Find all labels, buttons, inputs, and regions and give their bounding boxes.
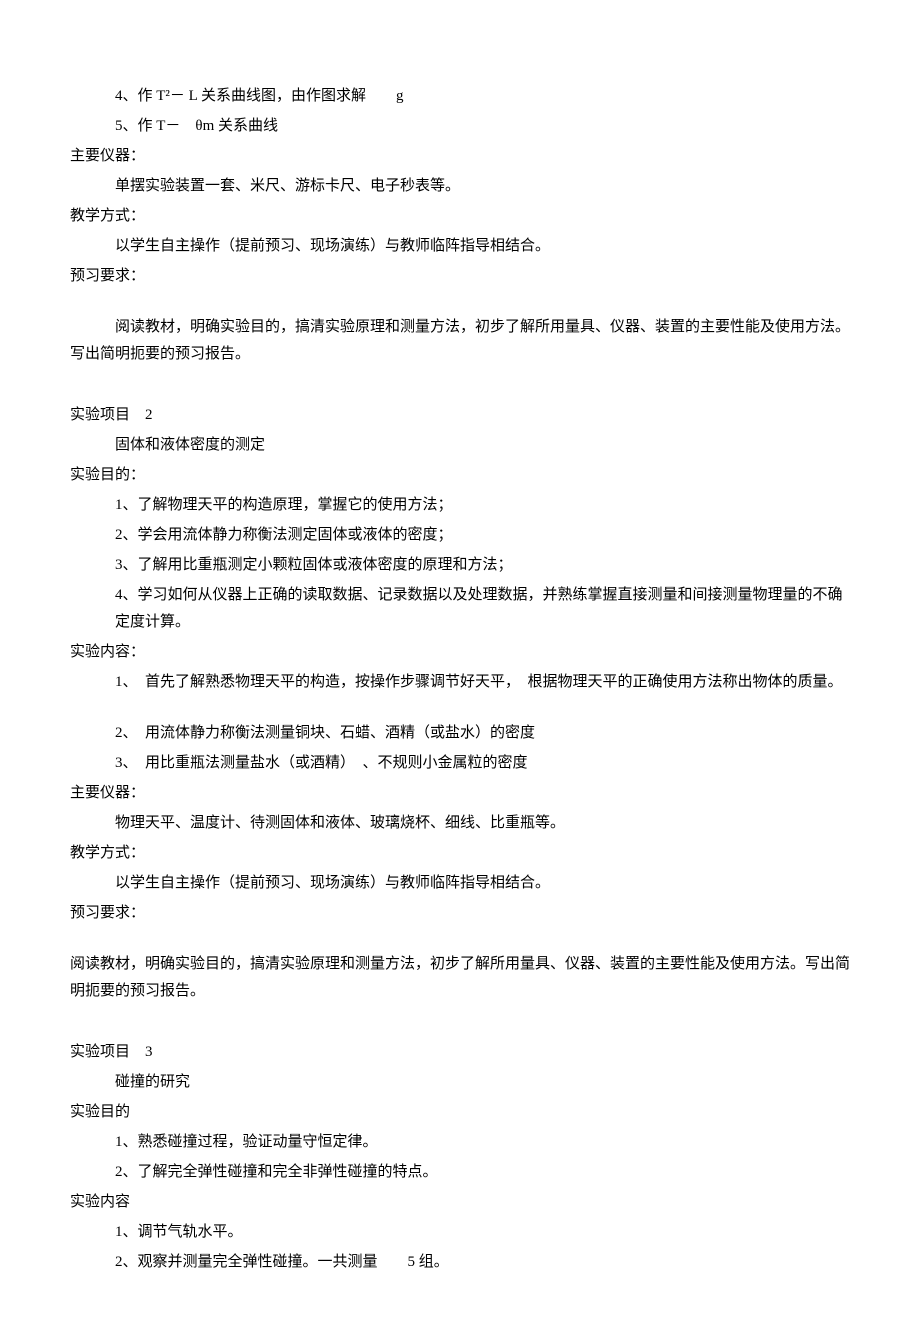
exp1-teaching-text: 以学生自主操作（提前预习、现场演练）与教师临阵指导相结合。 xyxy=(70,233,850,260)
exp2-purpose-item-4-text: 4、学习如何从仪器上正确的读取数据、记录数据以及处理数据，并熟练掌握直接测量和间… xyxy=(115,587,843,630)
exp3-content-item-1: 1、调节气轨水平。 xyxy=(70,1219,850,1246)
exp2-purpose-item-1: 1、了解物理天平的构造原理，掌握它的使用方法； xyxy=(70,492,850,519)
exp1-preview-label: 预习要求： xyxy=(70,263,850,290)
exp2-purpose-item-3: 3、了解用比重瓶测定小颗粒固体或液体密度的原理和方法； xyxy=(70,552,850,579)
exp2-purpose-item-4: 4、学习如何从仪器上正确的读取数据、记录数据以及处理数据，并熟练掌握直接测量和间… xyxy=(70,582,850,636)
exp2-content-label: 实验内容： xyxy=(70,639,850,666)
exp2-title: 固体和液体密度的测定 xyxy=(70,432,850,459)
exp2-preview-label: 预习要求： xyxy=(70,900,850,927)
exp2-content-item-3: 3、 用比重瓶法测量盐水（或酒精） 、不规则小金属粒的密度 xyxy=(70,750,850,777)
exp2-content-item-1: 1、 首先了解熟悉物理天平的构造，按操作步骤调节好天平， 根据物理天平的正确使用… xyxy=(70,669,850,696)
exp3-project-label: 实验项目 3 xyxy=(70,1039,850,1066)
exp2-instrument-text: 物理天平、温度计、待测固体和液体、玻璃烧杯、细线、比重瓶等。 xyxy=(70,810,850,837)
exp2-teaching-label: 教学方式： xyxy=(70,840,850,867)
exp3-purpose-item-1: 1、熟悉碰撞过程，验证动量守恒定律。 xyxy=(70,1129,850,1156)
exp1-content-item-5: 5、作 T－ θm 关系曲线 xyxy=(70,113,850,140)
exp2-teaching-text: 以学生自主操作（提前预习、现场演练）与教师临阵指导相结合。 xyxy=(70,870,850,897)
exp2-preview-text: 阅读教材，明确实验目的，搞清实验原理和测量方法，初步了解所用量具、仪器、装置的主… xyxy=(70,951,850,1005)
exp3-title: 碰撞的研究 xyxy=(70,1069,850,1096)
exp2-content-item-2: 2、 用流体静力称衡法测量铜块、石蜡、酒精（或盐水）的密度 xyxy=(70,720,850,747)
exp3-purpose-label: 实验目的 xyxy=(70,1099,850,1126)
exp1-preview-text: 阅读教材，明确实验目的，搞清实验原理和测量方法，初步了解所用量具、仪器、装置的主… xyxy=(70,314,850,368)
exp1-instrument-label: 主要仪器： xyxy=(70,143,850,170)
exp2-project-label: 实验项目 2 xyxy=(70,402,850,429)
exp2-instrument-label: 主要仪器： xyxy=(70,780,850,807)
exp1-instrument-text: 单摆实验装置一套、米尺、游标卡尺、电子秒表等。 xyxy=(70,173,850,200)
exp3-content-label: 实验内容 xyxy=(70,1189,850,1216)
exp2-purpose-label: 实验目的： xyxy=(70,462,850,489)
exp1-content-item-4: 4、作 T²－ L 关系曲线图，由作图求解 g xyxy=(70,83,850,110)
exp2-purpose-item-2: 2、学会用流体静力称衡法测定固体或液体的密度； xyxy=(70,522,850,549)
exp3-purpose-item-2: 2、了解完全弹性碰撞和完全非弹性碰撞的特点。 xyxy=(70,1159,850,1186)
exp1-teaching-label: 教学方式： xyxy=(70,203,850,230)
exp3-content-item-2: 2、观察并测量完全弹性碰撞。一共测量 5 组。 xyxy=(70,1249,850,1276)
